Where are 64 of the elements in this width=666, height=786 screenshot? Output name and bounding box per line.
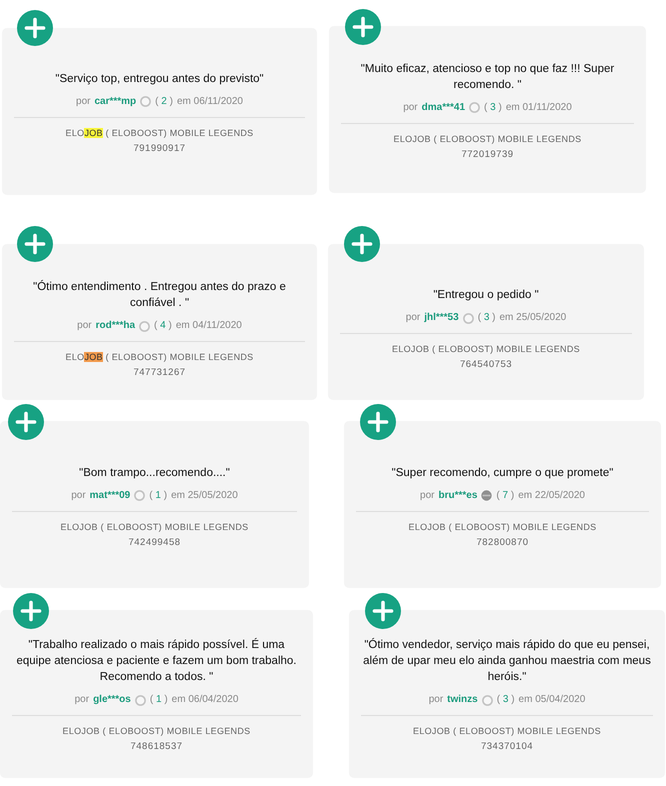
review-count: ( 1 ) (150, 693, 168, 707)
order-number: 772019739 (461, 148, 514, 162)
review-quote: "Entregou o pedido " (433, 288, 539, 303)
plus-icon[interactable] (17, 10, 53, 46)
author-prefix: por (77, 319, 92, 333)
product-name: ELOJOB ( ELOBOOST) MOBILE LEGENDS (62, 725, 250, 738)
author-prefix: por (403, 100, 418, 114)
review-date: em 06/11/2020 (176, 94, 243, 108)
order-number: 748618537 (130, 740, 183, 754)
review-quote: "Bom trampo...recomendo...." (79, 466, 230, 480)
order-number: 764540753 (460, 358, 512, 372)
order-number: 742499458 (128, 536, 181, 550)
review-count: ( 4 ) (154, 319, 172, 333)
product-name: ELOJOB ( ELOBOOST) MOBILE LEGENDS (66, 351, 254, 364)
product-name: ELOJOB ( ELOBOOST) MOBILE LEGENDS (60, 520, 248, 534)
author-prefix: por (76, 94, 90, 108)
username-link[interactable]: rod***ha (96, 319, 136, 333)
plus-icon[interactable] (345, 9, 381, 45)
username-link[interactable]: jhl***53 (424, 311, 459, 325)
username-link[interactable]: car***mp (94, 94, 136, 108)
username-link[interactable]: mat***09 (90, 488, 130, 502)
product-name: ELOJOB ( ELOBOOST) MOBILE LEGENDS (413, 725, 601, 738)
order-number: 791990917 (133, 142, 186, 156)
username-link[interactable]: gle***os (93, 693, 131, 707)
author-prefix: por (428, 693, 444, 707)
review-date: em 22/05/2020 (518, 488, 585, 502)
review-quote: "Trabalho realizado o mais rápido possível. É uma equipe atenciosa e paciente e fazem um bom trabalho. Recomendo a todos. " (15, 637, 298, 685)
plus-icon[interactable] (17, 226, 53, 262)
plus-icon[interactable] (365, 593, 401, 629)
author-prefix: por (406, 311, 420, 325)
review-count: ( 7 ) (496, 488, 514, 502)
author-prefix: por (74, 693, 90, 707)
plus-icon[interactable] (13, 593, 49, 629)
plus-icon[interactable] (360, 404, 396, 440)
order-number: 747731267 (133, 366, 186, 380)
product-name: ELOJOB ( ELOBOOST) MOBILE LEGENDS (408, 520, 596, 534)
review-date: em 04/11/2020 (176, 319, 242, 333)
review-quote: "Ótimo vendedor, serviço mais rápido do que eu pensei, além de upar meu elo ainda ganhou maestria com meus heróis." (362, 637, 652, 685)
review-date: em 25/05/2020 (171, 488, 238, 502)
author-prefix: por (420, 488, 434, 502)
review-quote: "Serviço top, entregou antes do previsto" (55, 72, 264, 86)
plus-icon[interactable] (344, 226, 380, 262)
review-count: ( 2 ) (155, 94, 173, 108)
username-link[interactable]: dma***41 (422, 100, 465, 114)
review-date: em 05/04/2020 (518, 693, 586, 707)
review-count: ( 3 ) (484, 100, 502, 114)
username-link[interactable]: bru***es (438, 488, 478, 502)
product-name: ELOJOB ( ELOBOOST) MOBILE LEGENDS (392, 343, 580, 356)
author-prefix: por (71, 488, 86, 502)
username-link[interactable]: twinzs (447, 693, 478, 707)
product-name: ELOJOB ( ELOBOOST) MOBILE LEGENDS (394, 132, 582, 146)
review-count: ( 1 ) (149, 488, 168, 502)
review-date: em 25/05/2020 (500, 311, 566, 325)
review-quote: "Ótimo entendimento . Entregou antes do prazo e confiável . " (32, 279, 287, 311)
plus-icon[interactable] (8, 404, 44, 440)
order-number: 782800870 (476, 536, 529, 550)
review-date: em 06/04/2020 (172, 693, 238, 707)
review-count: ( 3 ) (478, 311, 496, 325)
review-quote: "Super recomendo, cumpre o que promete" (392, 466, 614, 480)
review-quote: "Muito eficaz, atencioso e top no que faz !!! Super recomendo. " (360, 62, 616, 92)
order-number: 734370104 (480, 740, 534, 754)
review-date: em 01/11/2020 (506, 100, 572, 114)
product-name: ELOJOB ( ELOBOOST) MOBILE LEGENDS (66, 126, 254, 140)
review-count: ( 3 ) (496, 693, 515, 707)
